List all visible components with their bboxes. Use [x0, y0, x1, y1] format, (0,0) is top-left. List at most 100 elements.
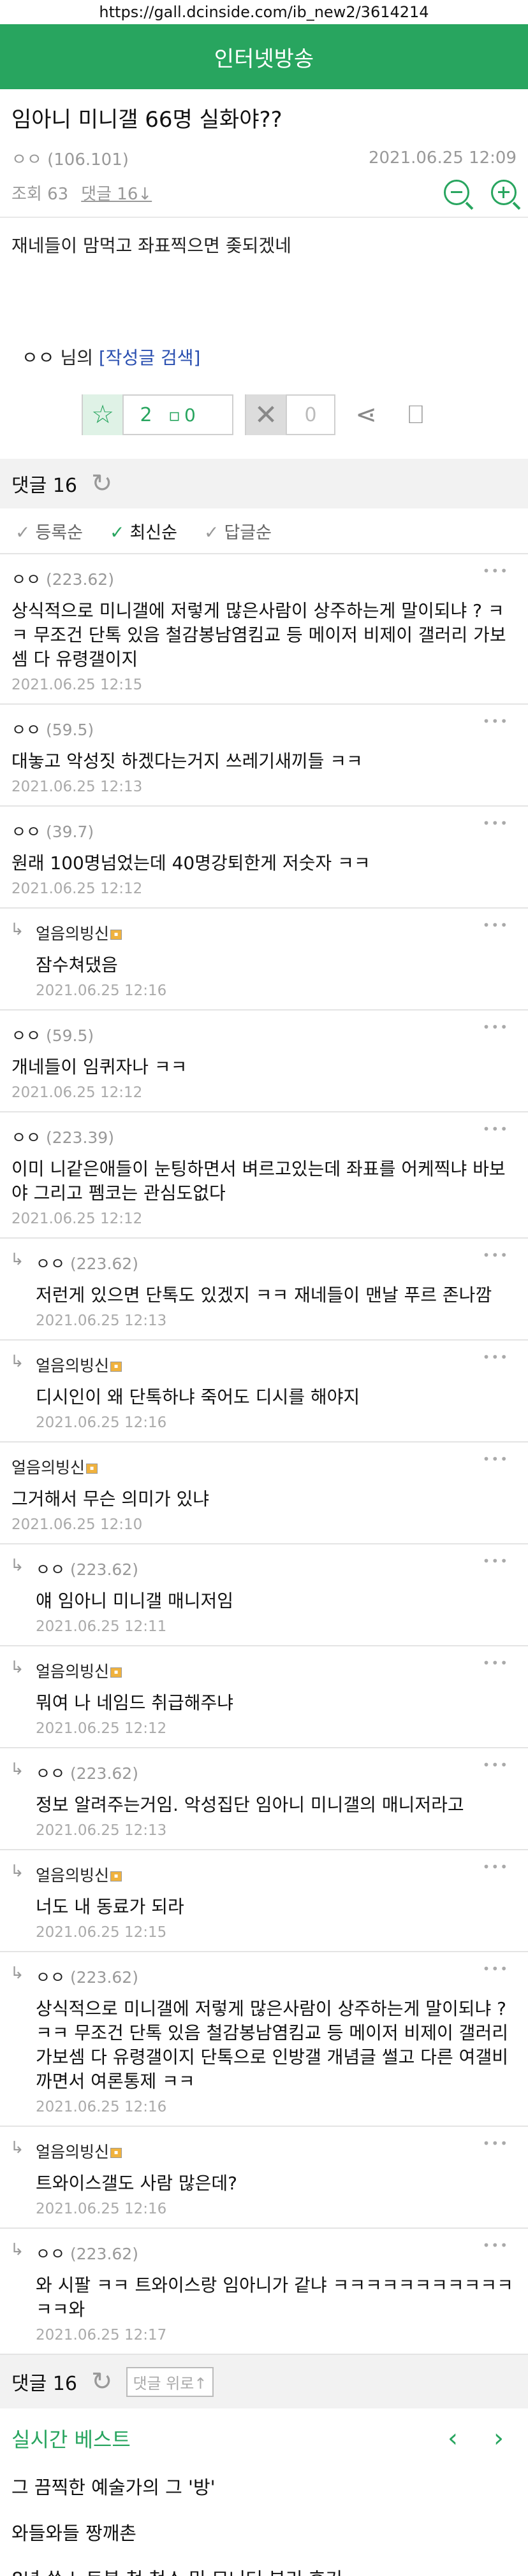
- gallery-title[interactable]: 인터넷방송: [214, 41, 314, 73]
- more-options-icon[interactable]: •••: [483, 714, 509, 729]
- comment-author[interactable]: ㅇㅇ (223.62): [36, 1239, 517, 1274]
- comment-ip: (223.62): [70, 1764, 138, 1783]
- comment-author[interactable]: 얼음의빙신 ▪: [36, 1850, 517, 1886]
- reply-comment: ↳ ••• ㅇㅇ (223.62) 얘 임아니 미니갤 매니저임 2021.06.25 …: [0, 1544, 528, 1646]
- comment-author[interactable]: ㅇㅇ (223.62): [36, 1748, 517, 1784]
- more-options-icon[interactable]: •••: [483, 1121, 509, 1137]
- more-options-icon[interactable]: •••: [483, 917, 509, 933]
- best-item[interactable]: 그 끔찍한 예술가의 그 '방': [0, 2464, 528, 2510]
- comment-text: 대놓고 악성짓 하겠다는거지 쓰레기새끼들 ㅋㅋ: [11, 751, 363, 772]
- comment-author[interactable]: ㅇㅇ (223.62): [11, 554, 517, 590]
- more-options-icon[interactable]: •••: [483, 1019, 509, 1035]
- comment-author[interactable]: 얼음의빙신 ▪: [36, 2127, 517, 2162]
- reply-arrow-icon: ↳: [10, 1658, 24, 1677]
- comment-date: 2021.06.25 12:16: [36, 2099, 167, 2115]
- nonrecommend-count: 0: [304, 403, 317, 426]
- sort-option[interactable]: ✓ 등록순: [15, 519, 83, 543]
- reply-arrow-icon: ↳: [10, 1964, 24, 1983]
- gallery-member-icon: ▪: [110, 930, 122, 940]
- more-options-icon[interactable]: •••: [483, 1248, 509, 1263]
- sort-option[interactable]: ✓ 최신순: [110, 519, 177, 543]
- comment-count-link[interactable]: 댓글 16↓: [81, 181, 152, 205]
- scroll-up-button[interactable]: 댓글 위로↑: [126, 2366, 214, 2397]
- comment-text: 이미 니같은애들이 눈팅하면서 벼르고있는데 좌표를 어케찍냐 바보야 그리고 …: [11, 1158, 506, 1204]
- comment-text: 원래 100명넘었는데 40명강퇴한게 저숫자 ㅋㅋ: [11, 853, 370, 874]
- comment: ••• ㅇㅇ (59.5) 대놓고 악성짓 하겠다는거지 쓰레기새끼들 ㅋㅋ 2021…: [0, 705, 528, 807]
- reply-arrow-icon: ↳: [10, 2138, 24, 2157]
- more-options-icon[interactable]: •••: [483, 1451, 509, 1467]
- comment-ip: (223.62): [70, 2245, 138, 2263]
- comment-author[interactable]: 얼음의빙신 ▪: [11, 1443, 517, 1478]
- post-stats: 조회 63 댓글 16↓: [11, 177, 517, 208]
- comment-text: 개네들이 임퀴자나 ㅋㅋ: [11, 1056, 187, 1077]
- author-search-link[interactable]: [작성글 검색]: [99, 347, 201, 368]
- sort-option[interactable]: ✓ 답글순: [204, 519, 272, 543]
- reply-comment: ↳ ••• 얼음의빙신 ▪ 잠수쳐댔음 2021.06.25 12:16: [0, 909, 528, 1011]
- best-header: 실시간 베스트 ‹ ›: [0, 2412, 528, 2464]
- url-bar[interactable]: https://gall.dcinside.com/ib_new2/361421…: [0, 0, 528, 24]
- more-options-icon[interactable]: •••: [483, 2238, 509, 2253]
- gallery-header[interactable]: 인터넷방송: [0, 24, 528, 89]
- post-author[interactable]: ㅇㅇ: [11, 150, 42, 169]
- comment-date: 2021.06.25 12:13: [11, 779, 143, 795]
- best-item[interactable]: 와들와들 짱깨촌: [0, 2510, 528, 2556]
- bookmark-icon[interactable]: ⎕: [397, 396, 435, 434]
- comment-text: 정보 알려주는거임. 악성집단 임아니 미니갤의 매니저라고: [36, 1794, 464, 1815]
- comment: ••• 얼음의빙신 ▪ 그거해서 무슨 의미가 있냐 2021.06.25 12:10: [0, 1443, 528, 1544]
- zoom-out-icon[interactable]: [444, 180, 469, 205]
- view-count: 조회 63: [11, 184, 69, 204]
- refresh-icon[interactable]: ↻: [91, 469, 113, 498]
- more-options-icon[interactable]: •••: [483, 1961, 509, 1976]
- comment-date: 2021.06.25 12:13: [36, 1313, 167, 1329]
- author-search-line: ㅇㅇ 님의 [작성글 검색]: [0, 274, 528, 370]
- share-icon[interactable]: ⋖: [347, 396, 385, 434]
- more-options-icon[interactable]: •••: [483, 1757, 509, 1773]
- comment-date: 2021.06.25 12:15: [11, 677, 143, 693]
- more-options-icon[interactable]: •••: [483, 2136, 509, 2151]
- more-options-icon[interactable]: •••: [483, 1859, 509, 1874]
- more-options-icon[interactable]: •••: [483, 816, 509, 831]
- comment-date: 2021.06.25 12:11: [36, 1618, 167, 1635]
- comment: ••• ㅇㅇ (39.7) 원래 100명넘었는데 40명강퇴한게 저숫자 ㅋㅋ 20…: [0, 807, 528, 909]
- comment-date: 2021.06.25 12:10: [11, 1516, 143, 1533]
- more-options-icon[interactable]: •••: [483, 1553, 509, 1569]
- best-item[interactable]: 8년 쓴 노트북 첫 청소 및 모니터 분리 후기: [0, 2556, 528, 2576]
- comment-author[interactable]: ㅇㅇ (223.62): [36, 1952, 517, 1988]
- chevron-left-icon[interactable]: ‹: [448, 2424, 458, 2453]
- comment-author[interactable]: 얼음의빙신 ▪: [36, 1646, 517, 1682]
- comment-author[interactable]: 얼음의빙신 ▪: [36, 1341, 517, 1376]
- comment-author[interactable]: ㅇㅇ (59.5): [11, 1011, 517, 1046]
- comment-author[interactable]: ㅇㅇ (223.62): [36, 1544, 517, 1580]
- post-body: 재네들이 맘먹고 좌표찍으면 좆되겠네: [11, 235, 291, 256]
- recommend-count: 2: [140, 403, 152, 426]
- post-ip: (106.101): [47, 150, 129, 169]
- comment: ••• ㅇㅇ (59.5) 개네들이 임퀴자나 ㅋㅋ 2021.06.25 12:12: [0, 1011, 528, 1112]
- comment-list: ••• ㅇㅇ (223.62) 상식적으로 미니갤에 저렇게 많은사람이 상주하는게…: [0, 554, 528, 2355]
- comment-ip: (59.5): [45, 1026, 94, 1045]
- comment-author[interactable]: ㅇㅇ (59.5): [11, 705, 517, 740]
- more-options-icon[interactable]: •••: [483, 1655, 509, 1671]
- more-options-icon[interactable]: •••: [483, 563, 509, 579]
- nonrecommend-button[interactable]: ✕ 0: [245, 394, 335, 435]
- comment-text: 얘 임아니 미니갤 매니저임: [36, 1590, 234, 1611]
- refresh-icon[interactable]: ↻: [91, 2367, 113, 2396]
- more-options-icon[interactable]: •••: [483, 1349, 509, 1365]
- zoom-in-icon[interactable]: [491, 180, 517, 205]
- recommend-button[interactable]: ☆ 2 ▫ 0: [82, 394, 233, 435]
- comment-author[interactable]: ㅇㅇ (223.62): [36, 2229, 517, 2264]
- post-actions: ☆ 2 ▫ 0 ✕ 0 ⋖ ⎕: [0, 370, 528, 440]
- comment-text: 저런게 있으면 단톡도 있겠지 ㅋㅋ 재네들이 맨날 푸르 존나깜: [36, 1284, 492, 1306]
- comment: ••• ㅇㅇ (223.62) 상식적으로 미니갤에 저렇게 많은사람이 상주하는게…: [0, 554, 528, 705]
- comment-text: 디시인이 왜 단톡하냐 죽어도 디시를 해야지: [36, 1386, 360, 1407]
- chevron-right-icon[interactable]: ›: [494, 2424, 504, 2453]
- post-datetime: 2021.06.25 12:09: [368, 148, 517, 168]
- comment-text: 뭐여 나 네임드 취급해주냐: [36, 1692, 234, 1713]
- comment-author[interactable]: ㅇㅇ (39.7): [11, 807, 517, 842]
- comment-author[interactable]: ㅇㅇ (223.39): [11, 1112, 517, 1148]
- comment-author[interactable]: 얼음의빙신 ▪: [36, 909, 517, 944]
- footer-comment-count: 댓글 16: [11, 2373, 77, 2395]
- comment-date: 2021.06.25 12:16: [36, 982, 167, 999]
- comment-date: 2021.06.25 12:13: [36, 1822, 167, 1839]
- post-meta: ㅇㅇ (106.101) 2021.06.25 12:09: [11, 145, 517, 171]
- comment: ••• ㅇㅇ (223.39) 이미 니같은애들이 눈팅하면서 벼르고있는데 좌표를…: [0, 1112, 528, 1239]
